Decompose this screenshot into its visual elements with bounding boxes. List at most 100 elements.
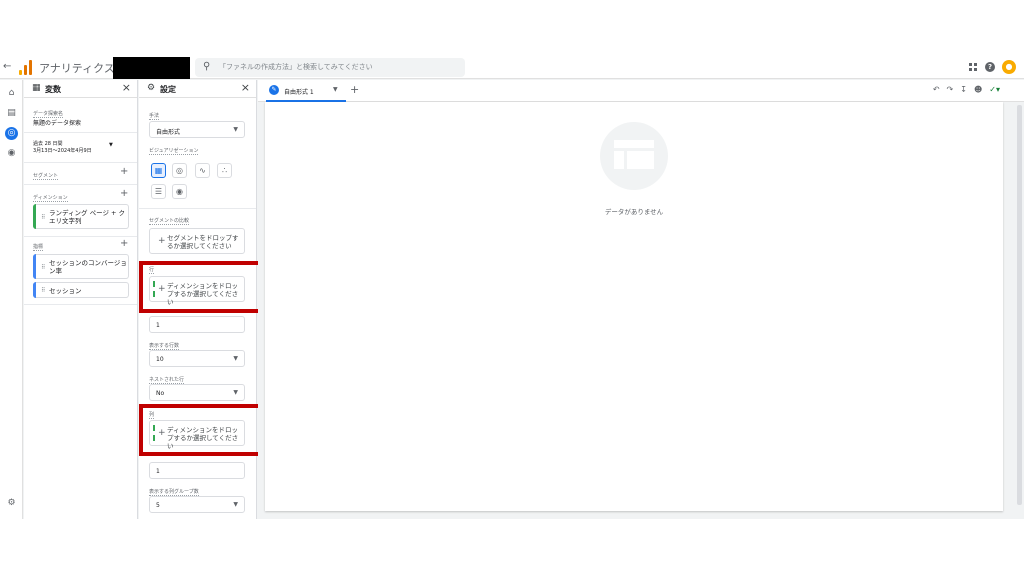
rows-highlight-box (139, 261, 265, 313)
chevron-down-icon: ▼ (233, 126, 238, 133)
add-tab-button[interactable]: + (350, 83, 359, 96)
top-header: ← アナリティクス ⚲ 「ファネルの作成方法」と検索してみてください ? ● (0, 57, 1024, 79)
left-navigation: ⌂ ▤ ◎ ◉ ⚙ (0, 80, 23, 519)
dimension-chip-label: ランディング ページ + クエリ文字列 (49, 209, 126, 225)
nested-rows-value: No (156, 390, 165, 397)
chevron-down-icon: ▼ (233, 355, 238, 362)
technique-value: 自由形式 (156, 129, 181, 136)
search-bar[interactable]: ⚲ 「ファネルの作成方法」と検索してみてください (195, 58, 465, 77)
analytics-app: ← アナリティクス ⚲ 「ファネルの作成方法」と検索してみてください ? ● ⌂… (0, 57, 1024, 519)
admin-gear-icon[interactable]: ⚙ (5, 497, 18, 510)
reports-icon[interactable]: ▤ (5, 107, 18, 120)
tab-label: 自由形式 1 (284, 89, 314, 96)
variables-title: 変数 (45, 85, 61, 94)
header-actions: ? ● (969, 60, 1016, 74)
add-segment-button[interactable]: + (120, 166, 128, 177)
date-range-label: 過去 28 日間 (33, 141, 63, 147)
share-icon[interactable]: ☻ (974, 85, 982, 94)
segment-drop-zone[interactable]: + セグメントをドロップするか選択してください (149, 228, 245, 254)
add-dimension-button[interactable]: + (120, 188, 128, 199)
table-viz-icon[interactable]: ▦ (151, 163, 166, 178)
plus-icon: + (158, 236, 166, 246)
results-sheet: データがありません (265, 102, 1003, 511)
close-icon[interactable]: × (122, 81, 131, 94)
advertising-icon[interactable]: ◉ (5, 147, 18, 160)
rows-to-show-value: 10 (156, 356, 164, 363)
avatar[interactable]: ● (1002, 60, 1016, 74)
exploration-name-label: データ探索名 (33, 111, 64, 118)
tab-bar: ✎ 自由形式 1 ▼ + ↶ ↷ ↧ ☻ ✓▾ (258, 80, 1024, 102)
metric-chip[interactable]: ⠿ セッションのコンバージョン率 (33, 254, 129, 279)
technique-select[interactable]: 自由形式 ▼ (149, 121, 245, 138)
chip-color-bar (33, 282, 36, 298)
drag-handle-icon[interactable]: ⠿ (41, 214, 45, 221)
help-icon[interactable]: ? (985, 62, 995, 72)
metric-chip-label: セッション (49, 287, 82, 295)
segment-compare-label: セグメントの比較 (149, 218, 190, 225)
variables-panel: ▦ 変数 × データ探索名 無題のデータ探索 過去 28 日間 3月13日～20… (24, 80, 138, 519)
scrollbar[interactable] (1017, 105, 1022, 505)
chevron-down-icon: ▼ (109, 142, 113, 148)
chevron-down-icon[interactable]: ▼ (333, 86, 338, 93)
divider (24, 304, 137, 305)
geo-map-viz-icon[interactable]: ◉ (172, 184, 187, 199)
apps-grid-icon[interactable] (969, 62, 978, 72)
nested-rows-select[interactable]: No ▼ (149, 384, 245, 401)
divider (24, 236, 137, 237)
settings-header: ⚙ 設定 × (139, 80, 256, 98)
technique-label: 手法 (149, 113, 160, 120)
redacted-account (113, 57, 190, 79)
nested-rows-label: ネストされた行 (149, 377, 185, 384)
status-check-icon[interactable]: ✓▾ (989, 85, 1000, 94)
metric-chip[interactable]: ⠿ セッション (33, 282, 129, 298)
explore-icon[interactable]: ◎ (5, 127, 18, 140)
exploration-canvas: ✎ 自由形式 1 ▼ + ↶ ↷ ↧ ☻ ✓▾ データがありません (258, 80, 1024, 519)
divider (24, 184, 137, 185)
divider (139, 208, 256, 209)
download-icon[interactable]: ↧ (960, 85, 967, 94)
chip-color-bar (33, 254, 36, 279)
search-icon: ⚲ (203, 61, 211, 72)
rows-to-show-select[interactable]: 10 ▼ (149, 350, 245, 367)
dimension-chip[interactable]: ⠿ ランディング ページ + クエリ文字列 (33, 204, 129, 229)
settings-title: 設定 (160, 85, 176, 94)
chevron-down-icon: ▼ (233, 501, 238, 508)
settings-icon: ⚙ (147, 83, 156, 93)
col-groups-select[interactable]: 5 ▼ (149, 496, 245, 513)
chip-color-bar (33, 204, 36, 229)
app-title: アナリティクス (39, 62, 115, 75)
analytics-logo-icon (19, 60, 33, 75)
undo-icon[interactable]: ↶ (933, 85, 940, 94)
start-col-value: 1 (156, 468, 160, 475)
metrics-label: 指標 (33, 244, 44, 251)
line-viz-icon[interactable]: ∿ (195, 163, 210, 178)
pencil-icon: ✎ (269, 85, 279, 95)
tab-freeform[interactable]: ✎ 自由形式 1 ▼ (266, 82, 346, 102)
home-icon[interactable]: ⌂ (5, 87, 18, 100)
variables-header: ▦ 変数 × (24, 80, 137, 98)
bar-viz-icon[interactable]: ☰ (151, 184, 166, 199)
variables-icon: ▦ (32, 83, 41, 93)
segments-label: セグメント (33, 173, 59, 180)
drag-handle-icon[interactable]: ⠿ (41, 264, 45, 271)
donut-viz-icon[interactable]: ◎ (172, 163, 187, 178)
visualization-label: ビジュアリゼーション (149, 148, 199, 155)
date-range-value: 3月13日～2024年4月9日 (33, 148, 92, 154)
search-placeholder: 「ファネルの作成方法」と検索してみてください (219, 63, 373, 71)
start-row-field[interactable]: 1 (149, 316, 245, 333)
empty-table-icon (600, 122, 668, 190)
columns-highlight-box (139, 404, 265, 456)
dimensions-label: ディメンション (33, 195, 68, 202)
drag-handle-icon[interactable]: ⠿ (41, 287, 45, 294)
col-groups-value: 5 (156, 502, 160, 509)
add-metric-button[interactable]: + (120, 238, 128, 249)
close-icon[interactable]: × (241, 81, 250, 94)
metric-chip-label: セッションのコンバージョン率 (49, 259, 127, 275)
start-col-field[interactable]: 1 (149, 462, 245, 479)
back-arrow-icon[interactable]: ← (3, 61, 11, 72)
scatter-viz-icon[interactable]: ∴ (217, 163, 232, 178)
divider (24, 162, 137, 163)
canvas-toolbar: ↶ ↷ ↧ ☻ ✓▾ (933, 85, 1000, 94)
exploration-name[interactable]: 無題のデータ探索 (33, 118, 81, 127)
redo-icon[interactable]: ↷ (947, 85, 954, 94)
